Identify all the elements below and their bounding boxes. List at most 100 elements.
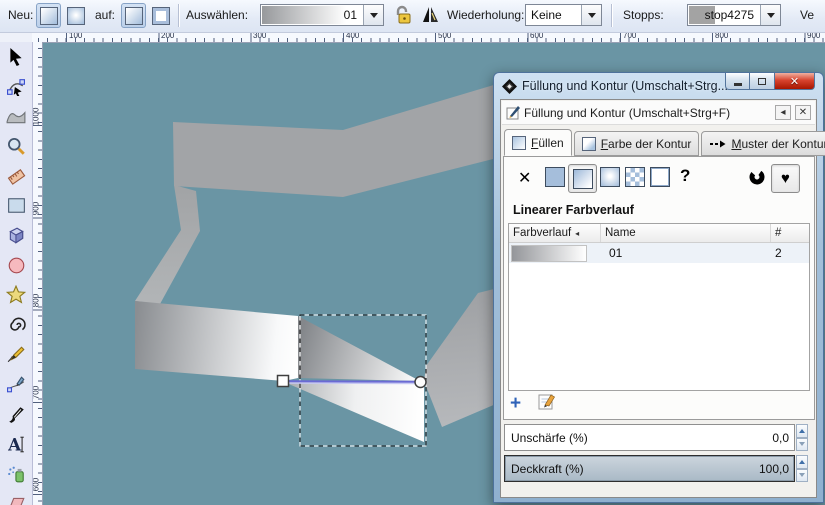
- gradient-section-title: Linearer Farbverlauf: [513, 203, 634, 217]
- gradient-list-row[interactable]: 01 2: [509, 243, 809, 263]
- ribbon-gradient-band[interactable]: [135, 301, 298, 381]
- apply-to-fill-button[interactable]: [121, 3, 146, 28]
- blur-slider[interactable]: Unschärfe (%) 0,0: [504, 424, 795, 451]
- dock-arrow-button[interactable]: ◂: [775, 105, 791, 120]
- stopps-label: Stopps:: [623, 8, 664, 22]
- pattern-button[interactable]: [625, 167, 645, 187]
- ellipse-tool-icon[interactable]: [0, 251, 32, 281]
- tweak-tool-icon[interactable]: [0, 102, 32, 132]
- dropdown-arrow-icon[interactable]: [363, 5, 383, 25]
- node-tool-icon[interactable]: [0, 72, 32, 102]
- maximize-button[interactable]: [750, 73, 775, 90]
- auf-label: auf:: [95, 8, 116, 22]
- gradient-select-combo[interactable]: 01: [260, 4, 384, 26]
- panel-title: Füllung und Kontur (Umschalt+Strg+F): [524, 105, 731, 120]
- horizontal-ruler[interactable]: 100 200 300 400 500 600 700 800 900: [32, 31, 825, 43]
- maximize-icon: [758, 77, 766, 85]
- stops-combo[interactable]: stop4275: [687, 4, 781, 26]
- svg-text:A: A: [7, 435, 22, 454]
- selected-upper-wedge[interactable]: [298, 316, 420, 381]
- gradient-start-handle[interactable]: [276, 374, 290, 388]
- truncated-toolbar-label: Ve: [800, 8, 815, 22]
- column-name[interactable]: Name: [601, 224, 771, 242]
- vertical-ruler[interactable]: 1000 900 800 700 600: [32, 42, 43, 505]
- apply-to-stroke-button[interactable]: [148, 3, 173, 28]
- gradient-list-footer: +: [510, 391, 557, 415]
- spin-down-icon: [799, 473, 805, 478]
- close-button[interactable]: ✕: [775, 73, 815, 90]
- pencil-tool-icon[interactable]: [0, 340, 32, 370]
- no-paint-button[interactable]: ✕: [518, 168, 531, 188]
- fill-tab-icon: [512, 135, 526, 150]
- swatch-button[interactable]: [650, 167, 670, 187]
- calligraphy-tool-icon[interactable]: [0, 400, 32, 430]
- linear-gradient-button[interactable]: [568, 164, 597, 193]
- text-tool-icon[interactable]: A: [0, 429, 32, 459]
- wiederholung-label: Wiederholung:: [447, 8, 525, 22]
- blur-spinner[interactable]: [796, 424, 808, 451]
- window-title: Füllung und Kontur (Umschalt+Strg...: [522, 79, 728, 93]
- gradient-list-header[interactable]: Farbverlauf ◂ Name #: [509, 224, 809, 243]
- box3d-tool-icon[interactable]: [0, 221, 32, 251]
- swatch-icon: [650, 167, 670, 187]
- fillrule-evenodd-button[interactable]: [748, 168, 766, 186]
- column-count[interactable]: #: [771, 224, 809, 242]
- column-gradient[interactable]: Farbverlauf ◂: [509, 224, 601, 242]
- tab-fill[interactable]: Füllen: [504, 129, 572, 156]
- tab-stroke-style[interactable]: Muster der Kontur: [701, 131, 825, 156]
- opacity-spinner[interactable]: [796, 455, 808, 482]
- fillrule-nonzero-button[interactable]: ♥: [771, 164, 800, 193]
- measure-tool-icon[interactable]: [0, 161, 32, 191]
- flat-color-button[interactable]: [545, 167, 565, 187]
- repeat-value: Keine: [531, 8, 562, 22]
- gradient-line[interactable]: [288, 380, 416, 383]
- fill-stroke-icon: [506, 106, 520, 120]
- panel-close-button[interactable]: ✕: [795, 105, 811, 120]
- new-linear-gradient-button[interactable]: [36, 3, 61, 28]
- zoom-tool-icon[interactable]: [0, 131, 32, 161]
- tab-stroke-paint[interactable]: Farbe der Kontur: [573, 131, 700, 156]
- gradient-end-handle[interactable]: [414, 375, 427, 389]
- inkscape-app: Neu: auf: Auswählen: 01 Wiederholung: Ke…: [0, 0, 825, 505]
- opacity-slider[interactable]: Deckkraft (%) 100,0: [504, 455, 795, 482]
- radial-gradient-icon: [600, 167, 620, 187]
- edit-gradient-button[interactable]: [537, 391, 557, 416]
- toolbar-separator: [611, 4, 612, 27]
- gradient-line-highlight: [288, 382, 416, 385]
- ribbon-left-segment[interactable]: [135, 185, 200, 304]
- fillrule-nonzero-icon: ♥: [781, 170, 790, 187]
- repeat-combo[interactable]: Keine: [525, 4, 602, 26]
- add-gradient-button[interactable]: +: [510, 394, 521, 413]
- ribbon-top-segment[interactable]: [173, 80, 510, 197]
- selected-lower-wedge[interactable]: [284, 381, 424, 442]
- edit-pencil-icon: [538, 394, 556, 409]
- spiral-tool-icon[interactable]: [0, 310, 32, 340]
- panel-close-icon: ✕: [798, 107, 808, 118]
- radial-gradient-button[interactable]: [600, 167, 620, 187]
- gradient-select-value: 01: [343, 8, 357, 22]
- unknown-paint-button[interactable]: ?: [680, 166, 690, 186]
- fill-stroke-dialog-window: Füllung und Kontur (Umschalt+Strg... ✕ F…: [493, 72, 825, 503]
- blur-value: 0,0: [772, 430, 789, 445]
- unknown-paint-icon: ?: [680, 166, 691, 185]
- selector-tool-icon[interactable]: [0, 42, 32, 72]
- pen-tool-icon[interactable]: [0, 370, 32, 400]
- fill-icon: [124, 6, 143, 25]
- stop-value: stop4275: [704, 8, 754, 22]
- gradient-row-name: 01: [609, 246, 623, 260]
- gradient-lock-icon[interactable]: [393, 5, 412, 31]
- dialog-tabs: Füllen Farbe der Kontur Muster der Kontu…: [504, 129, 825, 156]
- new-radial-gradient-button[interactable]: [63, 3, 88, 28]
- minimize-button[interactable]: [725, 73, 750, 90]
- paint-mode-row: ✕ ? ♥: [504, 163, 814, 193]
- eraser-tool-icon[interactable]: [0, 489, 32, 505]
- rectangle-tool-icon[interactable]: [0, 191, 32, 221]
- dropdown-arrow-icon[interactable]: [581, 5, 601, 25]
- gradient-reverse-icon[interactable]: [420, 5, 442, 30]
- radial-gradient-icon: [66, 6, 85, 25]
- blur-label: Unschärfe (%): [511, 430, 588, 445]
- star-tool-icon[interactable]: [0, 280, 32, 310]
- dropdown-arrow-icon[interactable]: [760, 5, 780, 25]
- dialog-titlebar[interactable]: Füllung und Kontur (Umschalt+Strg... ✕: [494, 73, 823, 99]
- spray-tool-icon[interactable]: [0, 459, 32, 489]
